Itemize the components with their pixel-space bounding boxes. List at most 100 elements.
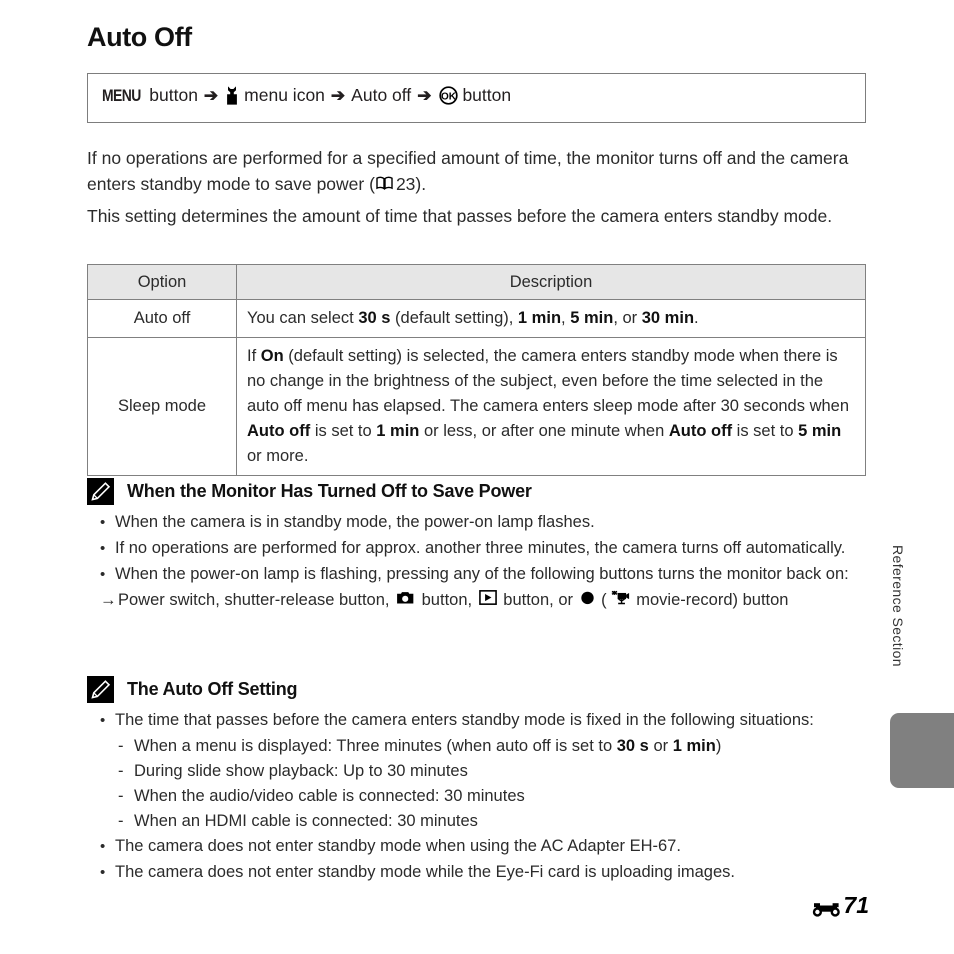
table-cell-option: Auto off — [87, 299, 237, 338]
arrow-icon-1: ➔ — [203, 86, 219, 105]
note-1-bullet-1: When the camera is in standby mode, the … — [115, 513, 595, 531]
right-arrow-icon: → — [100, 591, 117, 609]
arrow-icon-2: ➔ — [330, 86, 346, 105]
table-cell-description: If On (default setting) is selected, the… — [236, 337, 866, 476]
body-text: . — [694, 309, 699, 327]
pencil-note-icon — [87, 478, 114, 505]
sub-list-item-text: When an HDMI cable is connected: 30 minu… — [134, 809, 870, 834]
list-item: • If no operations are performed for app… — [100, 536, 870, 561]
body-text: (default setting) is selected, the camer… — [247, 347, 850, 415]
page-title: Auto Off — [87, 22, 192, 52]
emphasis-text: 30 s — [616, 737, 649, 755]
options-table: Option Description Auto off You can selec… — [87, 264, 866, 476]
dash-icon: - — [118, 762, 124, 780]
sub-list-item: - When a menu is displayed: Three minutes… — [100, 734, 870, 759]
side-tab-marker — [890, 713, 954, 788]
camera-icon — [396, 591, 415, 609]
movie-camera-icon — [609, 590, 630, 609]
note-1-bullet-2: If no operations are performed for appro… — [115, 539, 846, 557]
note-1-body: • When the camera is in standby mode, th… — [100, 510, 870, 613]
emphasis-text: 5 min — [798, 422, 842, 440]
note-2-bullet-tail-2: The camera does not enter standby mode w… — [115, 863, 735, 881]
button-list-part-1: Power switch, shutter-release button, — [118, 591, 395, 609]
table-cell-description: You can select 30 s (default setting), 1… — [236, 299, 866, 338]
svg-text:OK: OK — [441, 91, 457, 102]
emphasis-text: Auto off — [668, 422, 733, 440]
playback-icon — [478, 590, 497, 609]
note-2-body: • The time that passes before the camera… — [100, 708, 870, 886]
pencil-note-icon — [87, 676, 114, 703]
reference-section-e-icon — [811, 897, 842, 917]
ok-button-word: button — [462, 84, 512, 105]
intro-paragraph-1: If no operations are performed for a spe… — [87, 145, 867, 197]
sub-list-item: - During slide show playback: Up to 30 mi… — [100, 759, 870, 784]
body-text: When a menu is displayed: Three minutes … — [134, 737, 617, 755]
body-text: When an HDMI cable is connected: 30 minu… — [134, 812, 478, 830]
emphasis-text: 5 min — [570, 309, 614, 327]
button-list-part-5: movie-record) button — [631, 591, 789, 609]
body-text: ) — [715, 737, 722, 755]
bullet-icon: • — [100, 864, 106, 881]
intro-paragraph-1-ref: 23 — [395, 174, 416, 194]
page-number-text: 71 — [843, 892, 869, 918]
menu-path-line: MENU button ➔ menu icon ➔ Auto off ➔ OK … — [102, 86, 511, 105]
table-body: Auto off You can select 30 s (default set… — [87, 299, 866, 476]
body-text: , or — [613, 309, 642, 327]
list-item: • The camera does not enter standby mode… — [100, 860, 870, 885]
dash-icon: - — [118, 787, 124, 805]
record-dot-icon — [580, 591, 595, 609]
button-list-part-2: button, — [417, 591, 477, 609]
note-2-sub-list: - When a menu is displayed: Three minutes… — [100, 734, 870, 834]
menu-path-box: MENU button ➔ menu icon ➔ Auto off ➔ OK … — [87, 73, 866, 123]
menu-item-label: Auto off — [351, 84, 412, 105]
dash-icon: - — [118, 737, 124, 755]
ok-button-icon: OK — [439, 86, 459, 105]
menu-icon-label: menu icon — [244, 84, 325, 105]
sub-list-item-text: During slide show playback: Up to 30 min… — [134, 759, 870, 784]
list-item: • The camera does not enter standby mode… — [100, 834, 870, 859]
bullet-icon: • — [100, 514, 106, 531]
bullet-icon: • — [100, 540, 106, 557]
book-icon — [376, 174, 393, 194]
body-text: , — [561, 309, 571, 327]
emphasis-text: 30 s — [358, 309, 391, 327]
sub-list-item-text: When a menu is displayed: Three minutes … — [134, 734, 870, 759]
note-2-heading: The Auto Off Setting — [127, 679, 298, 699]
sub-list-item-text: When the audio/video cable is connected:… — [134, 784, 870, 809]
intro-paragraph-2: This setting determines the amount of ti… — [87, 206, 833, 226]
bullet-icon: • — [100, 712, 106, 729]
body-text: or less, or after one minute when — [419, 422, 669, 440]
emphasis-text: 30 min — [641, 309, 695, 327]
note-1-bullet-3: When the power-on lamp is flashing, pres… — [115, 565, 849, 583]
table-header-row: Option Description — [87, 264, 866, 300]
arrow-icon-3: ➔ — [417, 86, 432, 105]
body-text: (default setting), — [390, 309, 518, 327]
body-text: or more. — [247, 447, 309, 465]
body-text: If — [247, 347, 261, 365]
emphasis-text: On — [260, 347, 284, 365]
intro-paragraph-1-text-b: ). — [415, 174, 427, 194]
body-text: or — [648, 737, 673, 755]
note-2-bullet-tail-1: The camera does not enter standby mode w… — [115, 837, 681, 855]
body-text: During slide show playback: Up to 30 min… — [134, 762, 468, 780]
menu-button-word: button — [149, 84, 198, 105]
list-item: • When the camera is in standby mode, th… — [100, 510, 870, 535]
emphasis-text: 1 min — [517, 309, 562, 327]
note-1-heading-row: When the Monitor Has Turned Off to Save … — [87, 478, 532, 505]
emphasis-text: 1 min — [672, 737, 716, 755]
body-text: You can select — [247, 309, 359, 327]
table-row: Sleep mode If On (default setting) is sel… — [87, 337, 866, 476]
table-head: Option Description — [87, 264, 866, 300]
note-1-heading: When the Monitor Has Turned Off to Save … — [127, 481, 532, 501]
body-text: is set to — [732, 422, 799, 440]
dash-icon: - — [118, 812, 124, 830]
button-list-part-3: button, or — [498, 591, 578, 609]
footer-page-number: 71 — [811, 892, 869, 919]
list-item: • The time that passes before the camera… — [100, 708, 870, 733]
wrench-icon — [225, 86, 239, 105]
menu-button-label: MENU — [102, 86, 141, 105]
button-list-part-4: ( — [596, 591, 607, 609]
table-cell-option: Sleep mode — [87, 337, 237, 476]
table-header-description: Description — [236, 264, 866, 300]
intro-paragraph-1-text-a: If no operations are performed for a spe… — [87, 148, 849, 194]
